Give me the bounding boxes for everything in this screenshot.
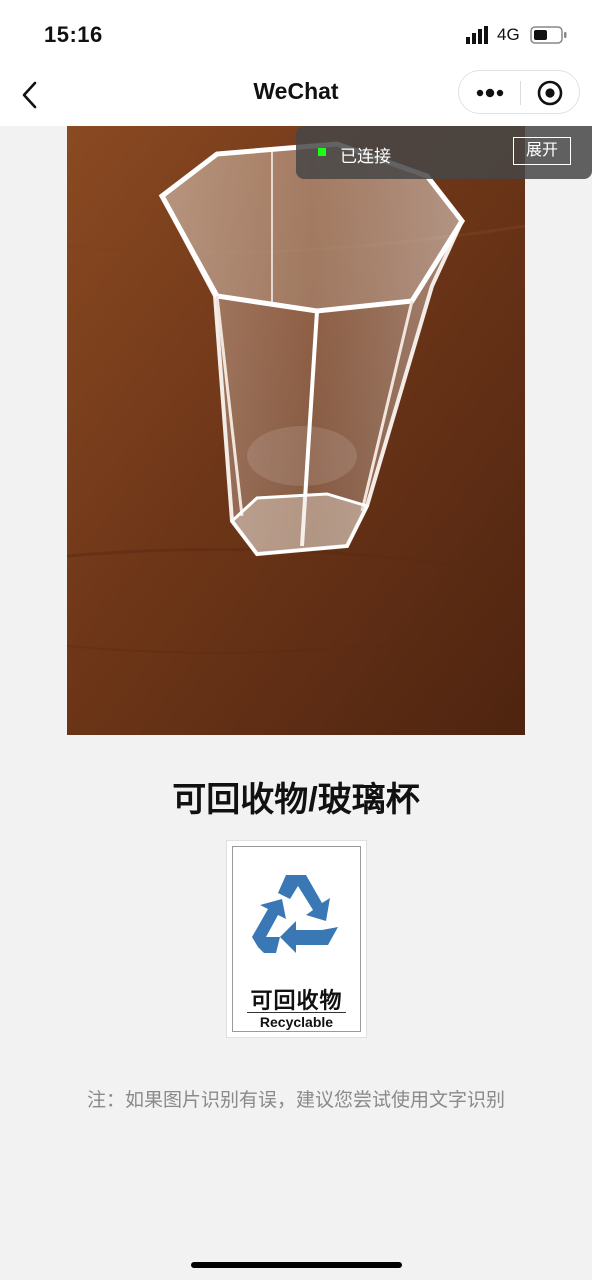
connection-status: 已连接 (340, 147, 391, 166)
captured-photo (67, 126, 525, 735)
recognition-note: 注：如果图片识别有误，建议您尝试使用文字识别 (86, 1090, 505, 1111)
recycle-icon (252, 875, 338, 953)
recyclable-label-en: Recyclable (259, 1014, 334, 1030)
recyclable-label-cn: 可回收物 (250, 988, 343, 1013)
menu-capsule (458, 70, 580, 114)
expand-button[interactable]: 展开 (513, 137, 571, 165)
battery-icon (530, 26, 567, 44)
capsule-divider (520, 81, 521, 105)
connection-toast: 已连接 展开 (296, 126, 592, 179)
target-icon[interactable] (537, 80, 563, 106)
home-indicator[interactable] (191, 1262, 402, 1268)
nav-bar: WeChat (0, 70, 592, 126)
signal-icon (466, 26, 488, 44)
recyclable-sign-frame: 可回收物 Recyclable (232, 846, 361, 1032)
result-title: 可回收物/玻璃杯 (172, 781, 420, 819)
more-icon[interactable] (475, 83, 505, 103)
network-label: 4G (497, 25, 520, 44)
status-time: 15:16 (44, 22, 103, 47)
recyclable-divider (247, 1012, 346, 1013)
connected-dot-icon (318, 148, 326, 156)
recyclable-sign: 可回收物 Recyclable (226, 840, 367, 1038)
status-bar: 15:16 4G (0, 0, 592, 70)
